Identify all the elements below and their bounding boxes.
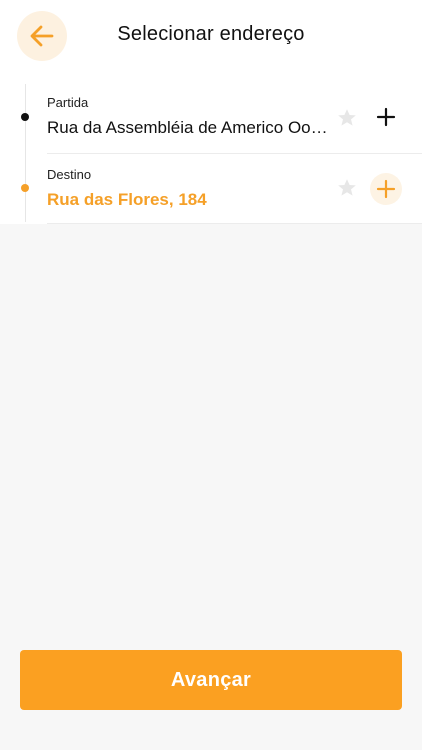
header: Selecionar endereço [0,0,422,74]
destination-dot [21,184,29,192]
star-icon [338,179,356,196]
origin-favorite-button[interactable] [335,106,359,130]
origin-label: Partida [47,95,89,110]
destination-row[interactable]: Destino Rua das Flores, 184 [47,155,422,224]
destination-add-stop-button[interactable] [370,173,402,205]
plus-icon [376,179,396,199]
star-icon [338,109,356,126]
destination-address[interactable]: Rua das Flores, 184 [47,190,331,210]
page-title: Selecionar endereço [117,23,305,45]
route-line [25,84,26,222]
origin-address[interactable]: Rua da Assembléia de Americo Oobe… [47,118,331,138]
destination-label: Destino [47,167,92,182]
advance-button[interactable]: Avançar [20,650,402,710]
origin-row[interactable]: Partida Rua da Assembléia de Americo Oob… [47,84,422,154]
origin-dot [21,113,29,121]
plus-icon [376,107,396,127]
origin-add-stop-button[interactable] [370,101,402,133]
address-panel: Selecionar endereço Partida Rua da Assem… [0,0,422,224]
destination-favorite-button[interactable] [335,176,359,200]
